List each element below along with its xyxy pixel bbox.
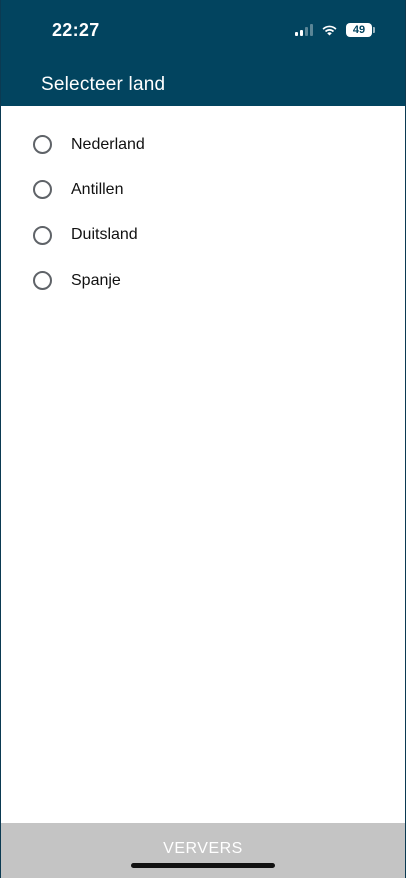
country-option-nederland[interactable]: Nederland [1,122,405,167]
app-header: 22:27 49 Selecteer land [1,0,405,106]
country-option-spanje[interactable]: Spanje [1,258,405,303]
country-list: Nederland Antillen Duitsland Spanje [1,122,405,303]
radio-button-icon[interactable] [33,180,52,200]
battery-icon: 49 [346,23,375,37]
country-option-duitsland[interactable]: Duitsland [1,213,405,258]
country-label: Nederland [71,135,145,153]
status-time: 22:27 [52,20,100,40]
refresh-button[interactable]: VERVERS [157,839,249,859]
signal-icon [295,24,313,36]
radio-button-icon[interactable] [33,225,52,245]
country-label: Spanje [71,271,121,289]
country-label: Duitsland [71,226,138,244]
country-option-antillen[interactable]: Antillen [1,167,405,212]
page-title: Selecteer land [41,74,166,95]
country-label: Antillen [71,180,124,198]
app-screen: 22:27 49 Selecteer land Nederland Antill… [0,0,406,878]
home-indicator[interactable] [131,863,275,868]
wifi-icon [322,25,337,36]
radio-button-icon[interactable] [33,271,52,291]
radio-button-icon[interactable] [33,135,52,155]
footer-bar: VERVERS [1,823,405,878]
status-icons: 49 [295,23,375,37]
